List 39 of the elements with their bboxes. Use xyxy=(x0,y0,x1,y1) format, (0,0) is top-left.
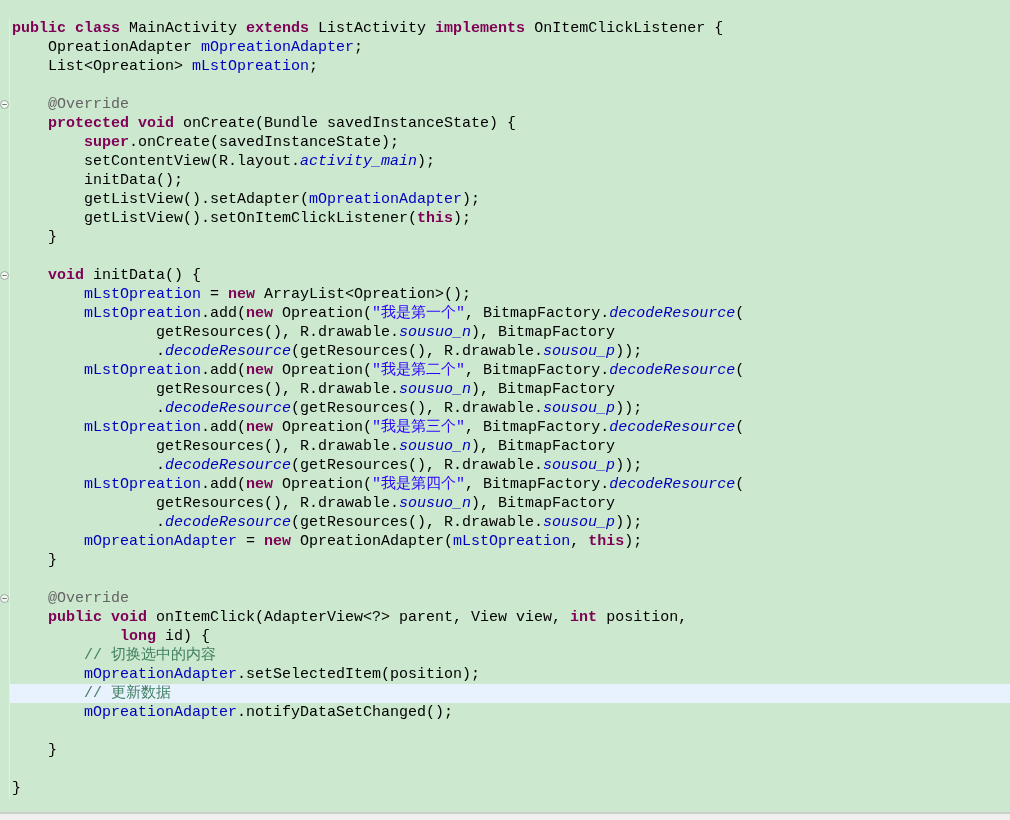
code-line: List<Opreation> mLstOpreation; xyxy=(47,57,320,76)
code-line: getResources(), R.drawable.sousuo_n), BitmapFactory xyxy=(155,323,617,342)
code-line: getResources(), R.drawable.sousuo_n), BitmapFactory xyxy=(155,437,617,456)
code-editor[interactable] xyxy=(0,0,1010,814)
code-line: } xyxy=(11,779,22,798)
code-line: .decodeResource(getResources(), R.drawable.sousou_p)); xyxy=(155,513,644,532)
code-line: getResources(), R.drawable.sousuo_n), BitmapFactory xyxy=(155,494,617,513)
code-line: OpreationAdapter mOpreationAdapter; xyxy=(47,38,365,57)
code-line: public class MainActivity extends ListActivity implements OnItemClickListener { xyxy=(11,19,725,38)
code-line: mOpreationAdapter.notifyDataSetChanged(); xyxy=(83,703,455,722)
code-line: void initData() { xyxy=(47,266,203,285)
code-line: mLstOpreation.add(new Opreation("我是第三个", BitmapFactory.decodeResource( xyxy=(83,418,746,437)
code-line: mLstOpreation.add(new Opreation("我是第四个", BitmapFactory.decodeResource( xyxy=(83,475,746,494)
code-line: mLstOpreation.add(new Opreation("我是第一个", BitmapFactory.decodeResource( xyxy=(83,304,746,323)
code-line: .decodeResource(getResources(), R.drawable.sousou_p)); xyxy=(155,399,644,418)
code-line: initData(); xyxy=(83,171,185,190)
code-line: protected void onCreate(Bundle savedInstanceState) { xyxy=(47,114,518,133)
code-line: } xyxy=(47,741,58,760)
code-line: } xyxy=(47,228,58,247)
code-line: getListView().setAdapter(mOpreationAdapter); xyxy=(83,190,482,209)
code-line: mOpreationAdapter.setSelectedItem(position); xyxy=(83,665,482,684)
code-line: public void onItemClick(AdapterView<?> parent, View view, int position, xyxy=(47,608,689,627)
code-line: getResources(), R.drawable.sousuo_n), BitmapFactory xyxy=(155,380,617,399)
code-line: mOpreationAdapter = new OpreationAdapter(mLstOpreation, this); xyxy=(83,532,644,551)
code-line: .decodeResource(getResources(), R.drawable.sousou_p)); xyxy=(155,456,644,475)
collapse-icon[interactable] xyxy=(0,271,9,280)
code-line: @Override xyxy=(47,589,131,608)
code-line: getListView().setOnItemClickListener(this); xyxy=(83,209,473,228)
code-line: long id) { xyxy=(119,627,212,646)
code-line: mLstOpreation.add(new Opreation("我是第二个", BitmapFactory.decodeResource( xyxy=(83,361,746,380)
collapse-icon[interactable] xyxy=(0,594,9,603)
code-line: super.onCreate(savedInstanceState); xyxy=(83,133,401,152)
collapse-icon[interactable] xyxy=(0,100,9,109)
code-line: } xyxy=(47,551,58,570)
code-line: mLstOpreation = new ArrayList<Opreation>(); xyxy=(83,285,473,304)
code-line: // 切换选中的内容 xyxy=(83,646,218,665)
code-line: setContentView(R.layout.activity_main); xyxy=(83,152,437,171)
code-line: @Override xyxy=(47,95,131,114)
code-line: .decodeResource(getResources(), R.drawable.sousou_p)); xyxy=(155,342,644,361)
